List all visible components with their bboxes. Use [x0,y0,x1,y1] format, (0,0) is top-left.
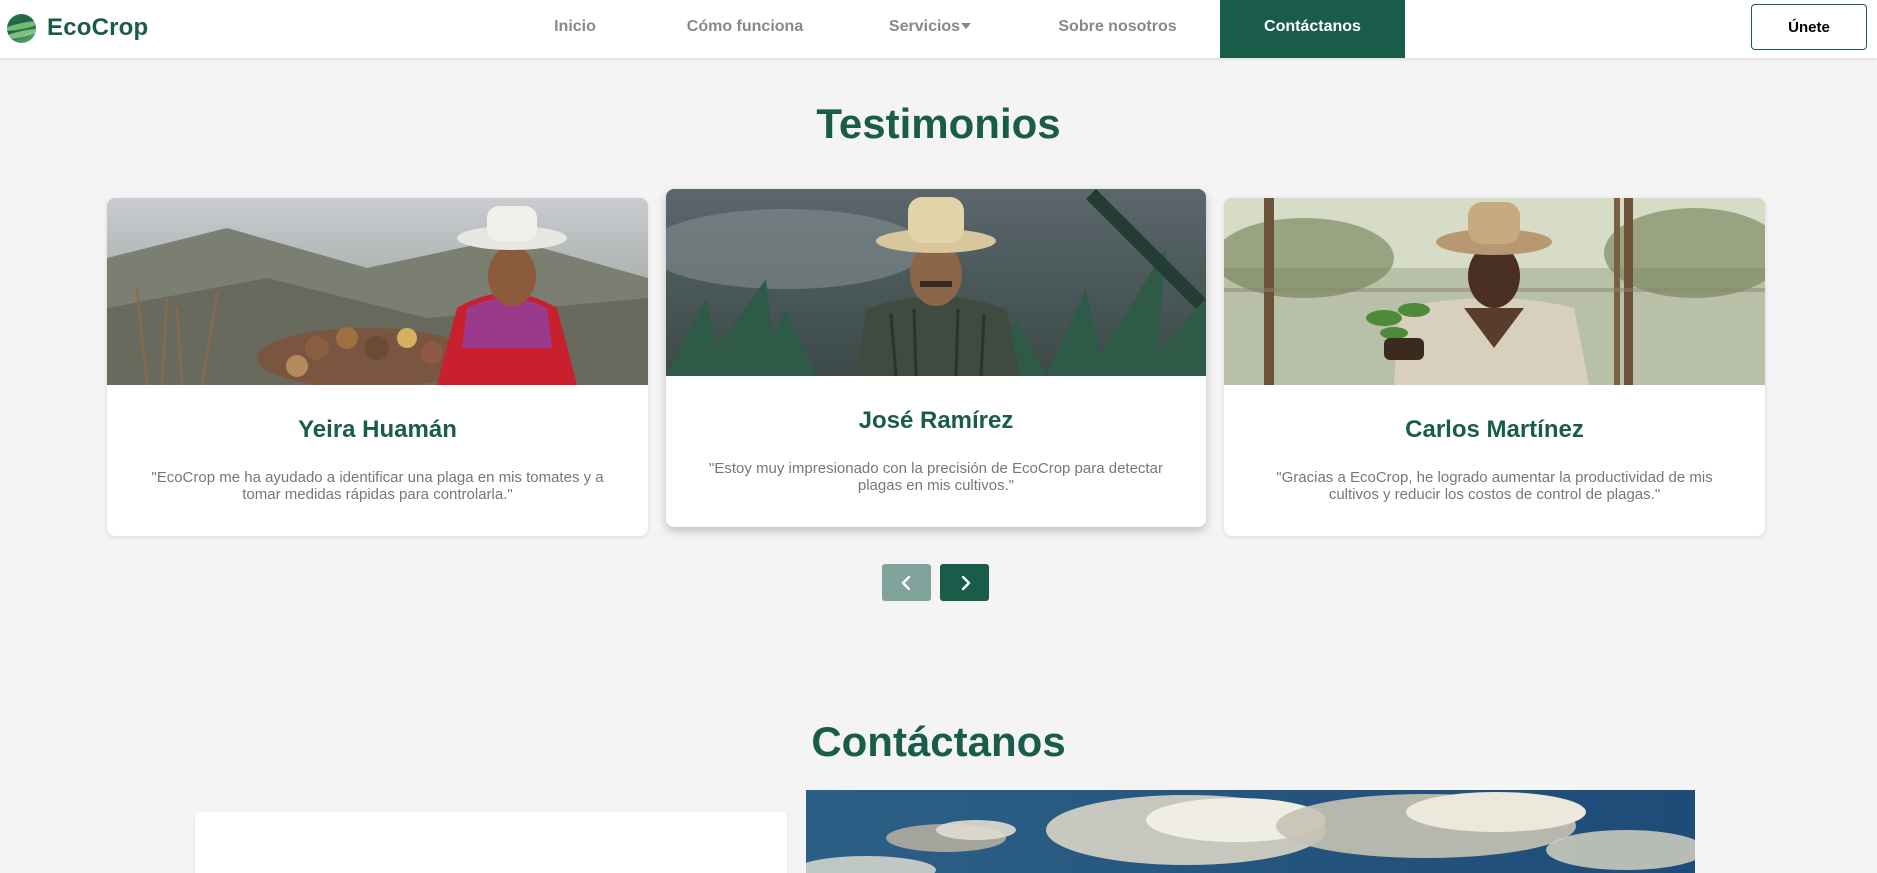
testimonial-photo [666,189,1206,376]
nav-link-contactanos[interactable]: Contáctanos [1220,0,1405,58]
nav-link-inicio[interactable]: Inicio [540,0,610,58]
nav-link-servicios[interactable]: Servicios [880,0,980,58]
caret-down-icon [961,22,972,29]
testimonial-card: José Ramírez "Estoy muy impresionado con… [666,189,1206,527]
testimonials-title: Testimonios [816,100,1061,147]
chevron-left-icon [901,575,910,590]
globe-leaf-icon [7,13,36,43]
nav-servicios-label: Servicios [888,18,961,35]
brand-logo[interactable]: EcoCrop [7,13,148,43]
join-button[interactable]: Únete [1751,4,1867,50]
contact-hero-image [806,790,1695,873]
nav-link-como-funciona[interactable]: Cómo funciona [680,0,810,58]
testimonial-card: Carlos Martínez "Gracias a EcoCrop, he l… [1224,198,1765,536]
contact-title: Contáctanos [811,718,1066,765]
testimonial-name: Yeira Huamán [298,416,457,443]
testimonial-name: José Ramírez [858,407,1014,434]
testimonial-quote: "EcoCrop me ha ayudado a identificar una… [151,469,604,503]
testimonial-name: Carlos Martínez [1405,416,1584,443]
brand-name: EcoCrop [47,14,149,41]
testimonial-quote: "Gracias a EcoCrop, he logrado aumentar … [1276,469,1713,503]
testimonial-quote: "Estoy muy impresionado con la precisión… [709,460,1163,494]
carousel-next-button[interactable] [940,564,989,601]
navbar: EcoCrop Inicio Cómo funciona Servicios S… [0,0,1877,58]
carousel-prev-button[interactable] [882,564,931,601]
contact-form-card [195,812,787,873]
chevron-right-icon [961,575,970,590]
nav-link-sobre-nosotros[interactable]: Sobre nosotros [1055,0,1180,58]
testimonial-photo [107,198,648,385]
testimonial-card: Yeira Huamán "EcoCrop me ha ayudado a id… [107,198,648,536]
testimonial-photo [1224,198,1765,385]
